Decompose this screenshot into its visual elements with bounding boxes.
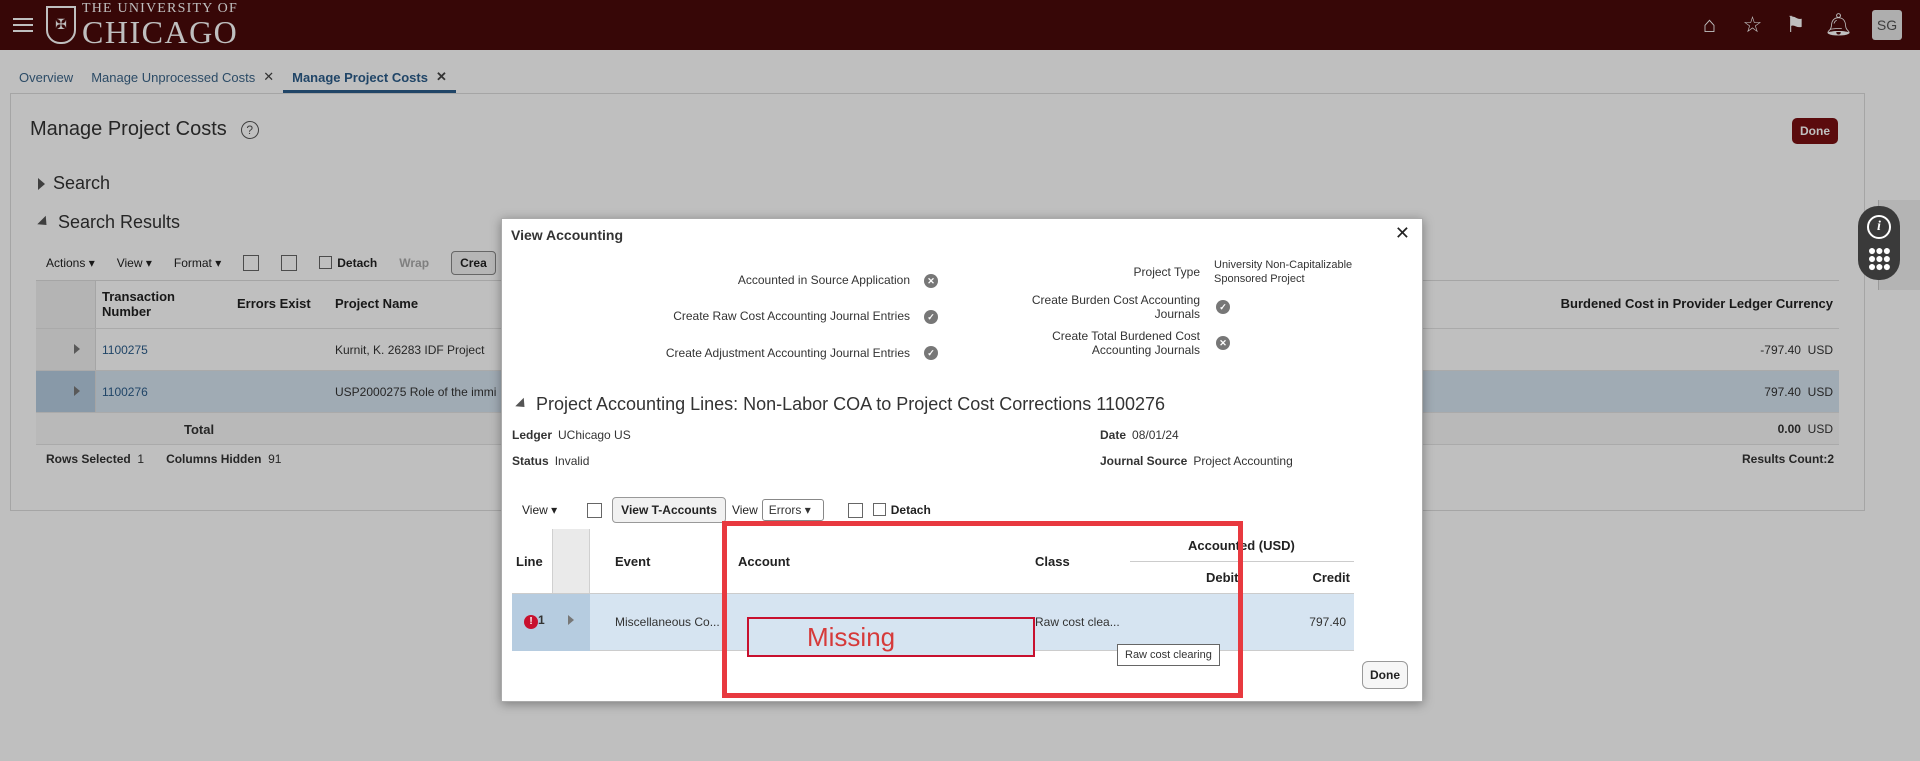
line-cell: ! 1 bbox=[524, 613, 545, 629]
create-total-burdened-label: Create Total Burdened Cost Accounting Jo… bbox=[1052, 329, 1200, 357]
grid-menu-icon[interactable]: ●●● ●●● ●●● bbox=[1868, 243, 1891, 274]
view-label: View bbox=[731, 503, 758, 517]
create-burden-cost-label: Create Burden Cost Accounting Journals bbox=[1031, 293, 1200, 321]
journal-source-field: Journal Source Project Accounting bbox=[1100, 454, 1293, 468]
check-circle-icon: ✓ bbox=[1216, 300, 1230, 314]
event-cell: Miscellaneous Co... bbox=[615, 615, 720, 629]
view-menu[interactable]: View bbox=[522, 503, 557, 517]
view-t-accounts-button[interactable]: View T-Accounts bbox=[612, 497, 726, 523]
create-adjustment-label: Create Adjustment Accounting Journal Ent… bbox=[665, 346, 910, 360]
check-circle-icon: ✓ bbox=[924, 310, 938, 324]
col-credit[interactable]: Credit bbox=[1312, 570, 1350, 585]
expand-row-icon[interactable] bbox=[568, 615, 574, 625]
project-type-value: University Non-Capitalizable Sponsored P… bbox=[1214, 259, 1353, 285]
accounting-lines-header[interactable]: Project Accounting Lines: Non-Labor COA … bbox=[515, 394, 1165, 415]
col-line[interactable]: Line bbox=[516, 554, 543, 569]
dialog-title: View Accounting bbox=[511, 227, 624, 243]
errors-select[interactable]: Errors bbox=[761, 499, 824, 521]
credit-cell: 797.40 bbox=[1309, 615, 1346, 629]
highlight-annotation bbox=[722, 521, 1243, 698]
project-type-label: Project Type bbox=[1133, 265, 1200, 279]
detach-button[interactable]: Detach bbox=[872, 503, 931, 517]
check-circle-icon: ✓ bbox=[924, 346, 938, 360]
col-event[interactable]: Event bbox=[615, 554, 650, 569]
class-tooltip: Raw cost clearing bbox=[1117, 644, 1220, 666]
ledger-field: Ledger UChicago US bbox=[512, 428, 631, 442]
query-by-example-icon[interactable] bbox=[847, 502, 863, 518]
accounting-toolbar: View View T-Accounts View Errors Detach bbox=[522, 497, 931, 523]
detach-icon bbox=[872, 503, 886, 516]
x-circle-icon: ✕ bbox=[1216, 336, 1230, 350]
floating-help-widget[interactable]: i ●●● ●●● ●●● bbox=[1858, 206, 1900, 280]
dialog-done-button[interactable]: Done bbox=[1362, 661, 1408, 689]
freeze-icon[interactable] bbox=[587, 502, 603, 518]
close-icon[interactable]: ✕ bbox=[1395, 223, 1410, 244]
error-icon: ! bbox=[524, 614, 538, 629]
x-circle-icon: ✕ bbox=[924, 274, 938, 288]
info-icon[interactable]: i bbox=[1867, 215, 1891, 240]
date-field: Date 08/01/24 bbox=[1100, 428, 1179, 442]
collapse-icon bbox=[515, 397, 529, 412]
status-field: Status Invalid bbox=[512, 454, 590, 468]
create-raw-cost-label: Create Raw Cost Accounting Journal Entri… bbox=[673, 309, 910, 323]
accounted-in-source-label: Accounted in Source Application bbox=[737, 273, 910, 287]
